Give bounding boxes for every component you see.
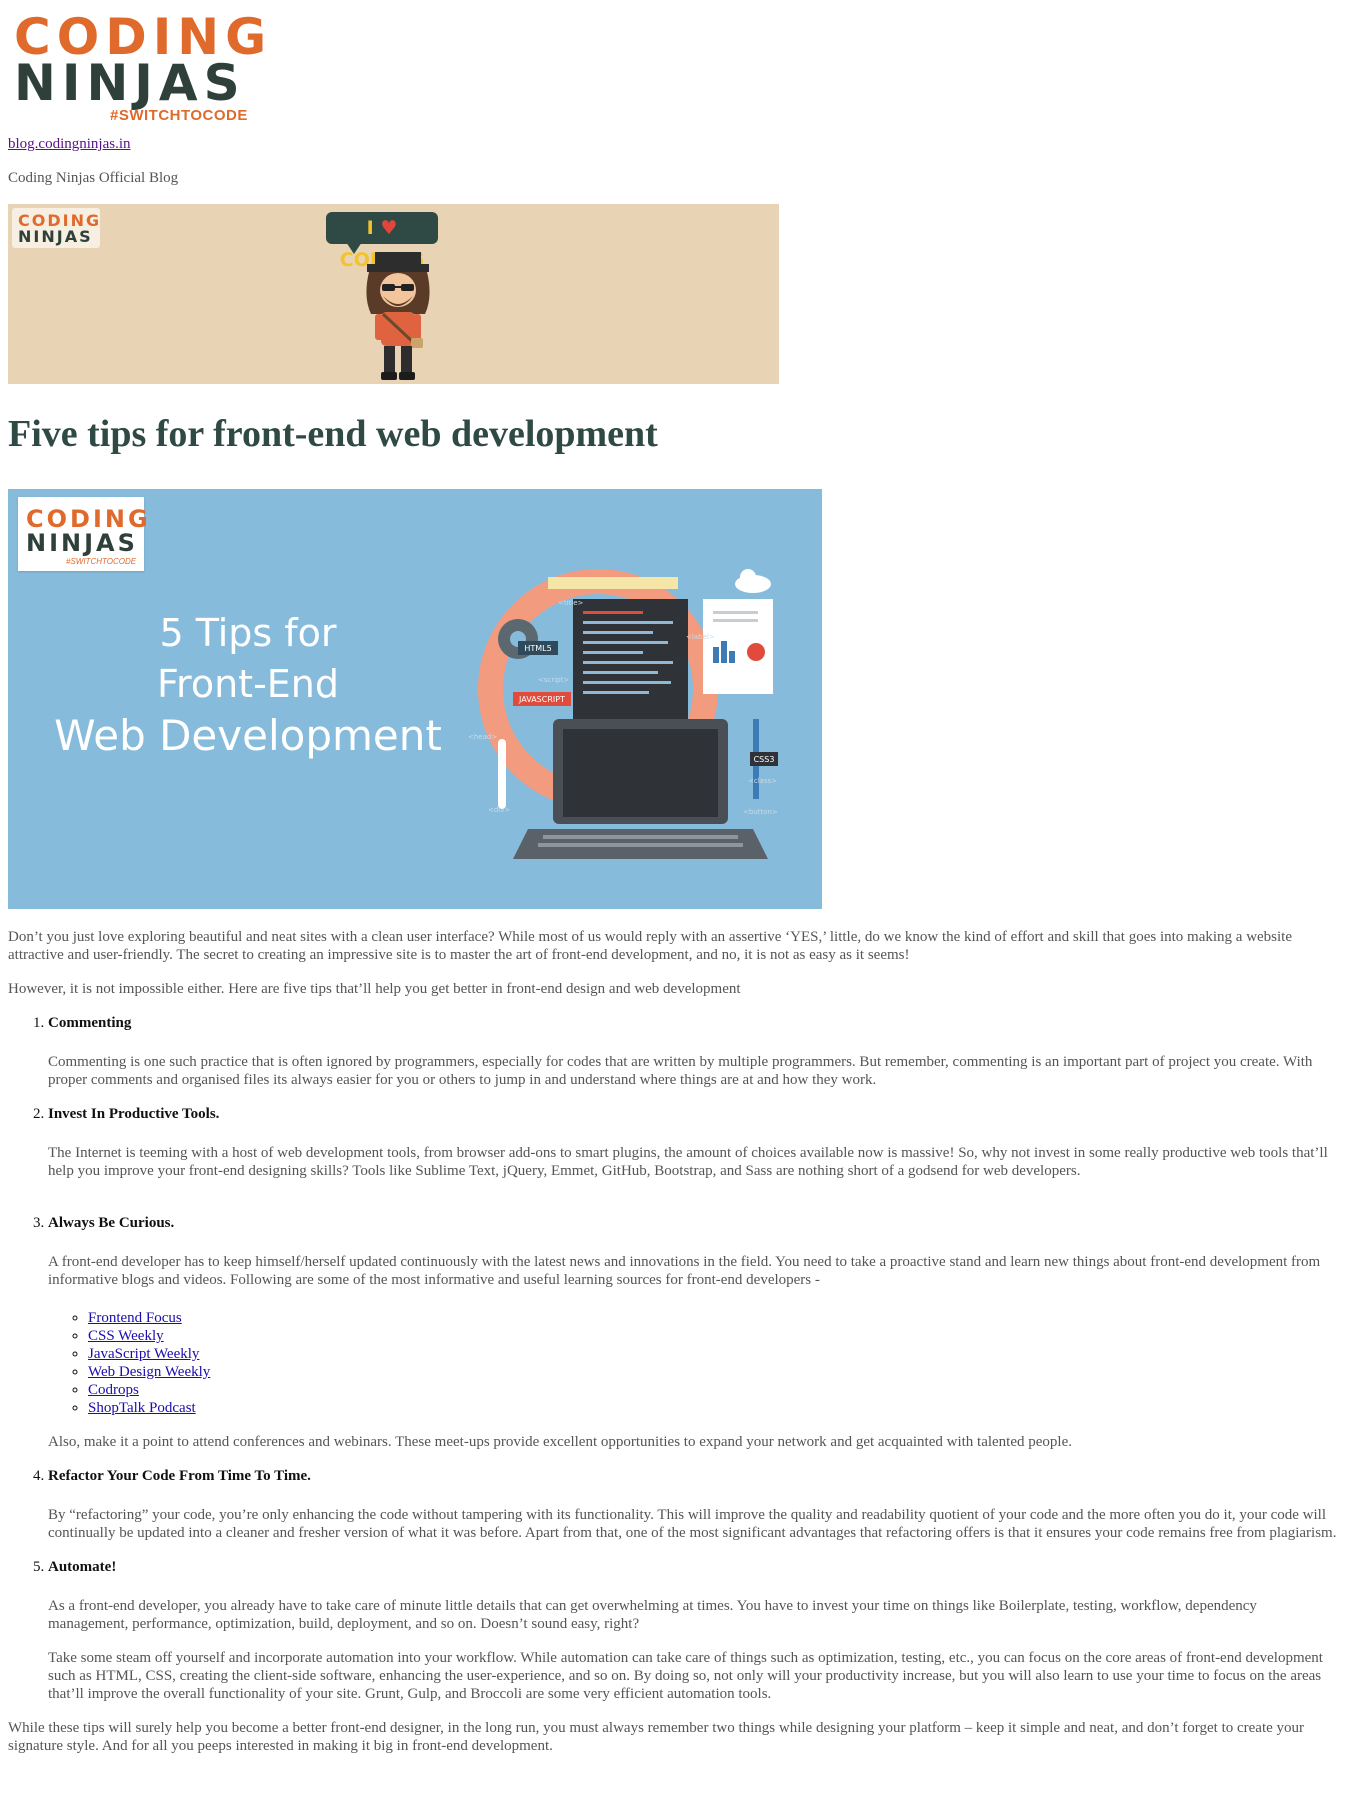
- tip-item-tools: Invest In Productive Tools. The Internet…: [48, 1105, 1341, 1180]
- banner-logo-line-2: NINJAS: [18, 227, 93, 246]
- tip-item-refactor: Refactor Your Code From Time To Time. By…: [48, 1467, 1341, 1542]
- intro-paragraph-1: Don’t you just love exploring beautiful …: [8, 929, 1293, 963]
- tag-label: <label>: [686, 633, 715, 641]
- tip-title: Refactor Your Code From Time To Time.: [48, 1468, 311, 1484]
- tip-title: Commenting: [48, 1015, 132, 1031]
- tip-text: As a front-end developer, you already ha…: [48, 1598, 1257, 1632]
- header-banner-image: CODING NINJAS I ♥ CODING: [8, 204, 779, 384]
- tip-after-text: Also, make it a point to attend conferen…: [48, 1434, 1072, 1450]
- tag-html5: HTML5: [524, 644, 551, 653]
- speech-bubble: I ♥ CODING: [326, 212, 438, 271]
- tips-list: Commenting Commenting is one such practi…: [8, 1014, 1341, 1703]
- tip-text: The Internet is teeming with a host of w…: [48, 1145, 1328, 1179]
- list-item: JavaScript Weekly: [88, 1345, 1341, 1363]
- tip-item-commenting: Commenting Commenting is one such practi…: [48, 1014, 1341, 1089]
- tip-text: Commenting is one such practice that is …: [48, 1054, 1313, 1088]
- post-title: Five tips for front-end web development: [8, 413, 658, 455]
- resource-link-css-weekly[interactable]: CSS Weekly: [88, 1328, 164, 1344]
- resources-list: Frontend Focus CSS Weekly JavaScript Wee…: [48, 1309, 1341, 1417]
- feature-heading-line-1: 5 Tips for: [159, 611, 337, 655]
- tag-css3: CSS3: [754, 755, 775, 764]
- speech-prefix: I: [366, 217, 374, 239]
- feature-logo-tagline: #SWITCHTOCODE: [66, 557, 137, 566]
- tip-item-automate: Automate! As a front-end developer, you …: [48, 1558, 1341, 1703]
- outro-paragraph: While these tips will surely help you be…: [8, 1720, 1305, 1754]
- resource-link-web-design-weekly[interactable]: Web Design Weekly: [88, 1364, 210, 1380]
- feature-image: CODING NINJAS #SWITCHTOCODE 5 Tips for F…: [8, 489, 822, 909]
- tag-div: <div>: [488, 806, 510, 814]
- tag-head: <head>: [468, 733, 497, 741]
- feature-heading-line-3: Web Development: [54, 711, 442, 760]
- banner-logo: CODING NINJAS: [12, 208, 100, 248]
- list-item: ShopTalk Podcast: [88, 1399, 1341, 1417]
- resource-link-shoptalk-podcast[interactable]: ShopTalk Podcast: [88, 1400, 196, 1416]
- tip-title: Automate!: [48, 1559, 117, 1575]
- feature-logo-line-2: NINJAS: [26, 529, 138, 557]
- tip-title: Invest In Productive Tools.: [48, 1106, 220, 1122]
- tip-text-2: Take some steam off yourself and incorpo…: [48, 1650, 1323, 1702]
- coding-ninjas-logo[interactable]: CODING NINJAS #SWITCHTOCODE: [12, 10, 266, 124]
- tip-text: A front-end developer has to keep himsel…: [48, 1254, 1321, 1288]
- intro-paragraph-2: However, it is not impossible either. He…: [8, 981, 741, 997]
- tag-title: <title>: [558, 599, 584, 607]
- site-description: Coding Ninjas Official Blog: [8, 170, 179, 186]
- feature-logo: CODING NINJAS #SWITCHTOCODE: [18, 497, 148, 571]
- site-link[interactable]: blog.codingninjas.in: [8, 136, 131, 153]
- list-item: Codrops: [88, 1381, 1341, 1399]
- list-item: Web Design Weekly: [88, 1363, 1341, 1381]
- resource-link-codrops[interactable]: Codrops: [88, 1382, 139, 1398]
- tag-class: <class>: [748, 777, 777, 785]
- tag-button: <button>: [743, 808, 778, 816]
- ninja-character-illustration: [366, 252, 430, 380]
- feature-heading-line-2: Front-End: [156, 662, 340, 706]
- laptop-code-illustration: HTML5 JAVASCRIPT CSS3 <title> <label> <s…: [468, 569, 778, 859]
- logo-tagline: #SWITCHTOCODE: [110, 107, 248, 124]
- resource-link-javascript-weekly[interactable]: JavaScript Weekly: [88, 1346, 199, 1362]
- logo-line-2: NINJAS: [14, 54, 246, 112]
- tip-text: By “refactoring” your code, you’re only …: [48, 1507, 1337, 1541]
- tip-item-curious: Always Be Curious. A front-end developer…: [48, 1214, 1341, 1451]
- tag-script: <script>: [538, 676, 569, 684]
- tag-javascript: JAVASCRIPT: [518, 695, 565, 704]
- list-item: Frontend Focus: [88, 1309, 1341, 1327]
- list-item: CSS Weekly: [88, 1327, 1341, 1345]
- tip-title: Always Be Curious.: [48, 1215, 175, 1231]
- resource-link-frontend-focus[interactable]: Frontend Focus: [88, 1310, 182, 1326]
- article-body: Don’t you just love exploring beautiful …: [8, 928, 1341, 1771]
- heart-icon: ♥: [380, 217, 398, 239]
